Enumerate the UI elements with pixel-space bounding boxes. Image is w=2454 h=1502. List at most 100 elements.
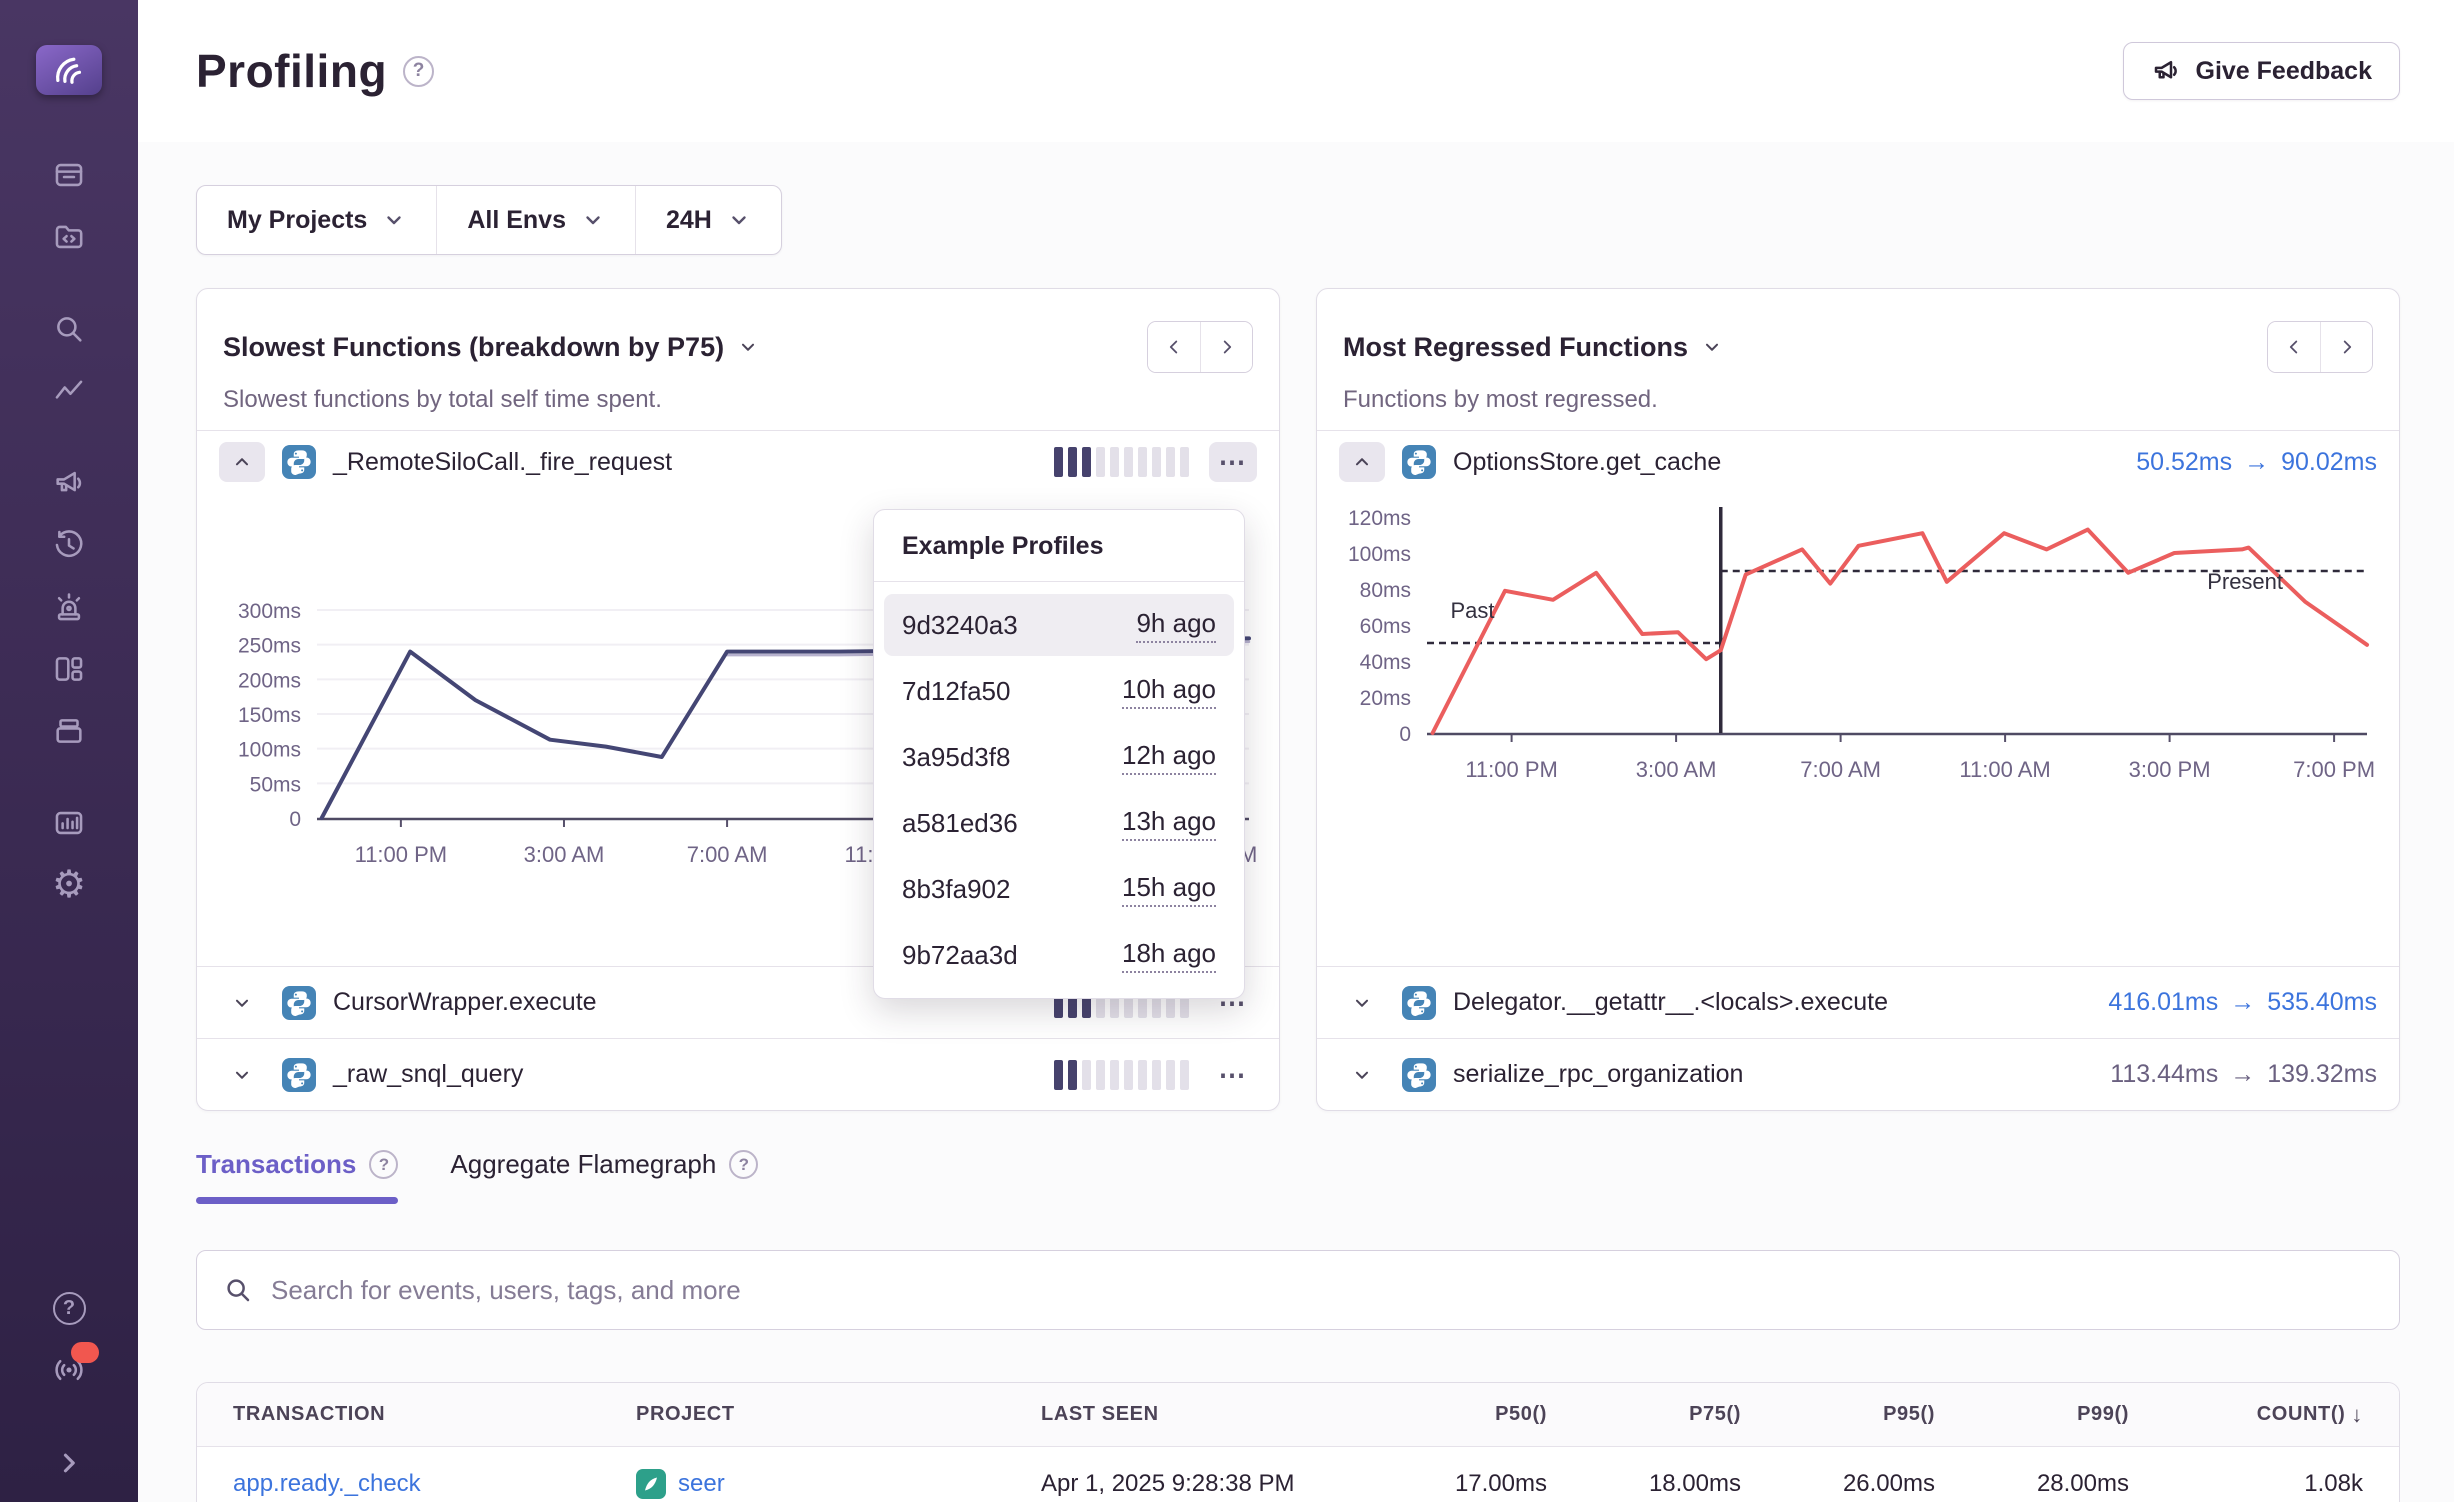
sidebar: ⚙ ? [0, 0, 138, 1502]
python-icon [1402, 1058, 1436, 1092]
prev-page-button[interactable] [1148, 322, 1200, 372]
function-row-fire-request: _RemoteSiloCall._fire_request ⋯ [197, 431, 1279, 493]
slowest-pagination [1147, 321, 1253, 373]
function-name[interactable]: serialize_rpc_organization [1453, 1060, 1743, 1089]
row-actions-button[interactable]: ⋯ [1209, 1055, 1257, 1095]
column-project[interactable]: PROJECT [636, 1403, 1041, 1426]
arrow-right-icon: → [2244, 448, 2269, 477]
project-cell[interactable]: seer [636, 1469, 1041, 1499]
expand-row-button[interactable] [1339, 1064, 1385, 1086]
svg-text:0: 0 [1399, 723, 1411, 746]
expand-row-button[interactable] [1339, 992, 1385, 1014]
regression-chart[interactable]: 020ms40ms60ms80ms100ms120ms11:00 PM3:00 … [1317, 493, 2399, 966]
regressed-panel-title[interactable]: Most Regressed Functions [1343, 332, 1723, 363]
baseline-value: 113.44ms [2110, 1060, 2218, 1089]
row-actions-button[interactable]: ⋯ [1209, 442, 1257, 482]
column-p50[interactable]: P50() [1353, 1403, 1547, 1426]
give-feedback-button[interactable]: Give Feedback [2123, 42, 2400, 100]
column-transaction[interactable]: TRANSACTION [233, 1403, 636, 1426]
transactions-help-icon[interactable]: ? [369, 1150, 398, 1179]
environment-filter[interactable]: All Envs [436, 186, 635, 254]
sort-desc-icon: ↓ [2351, 1402, 2363, 1428]
arrow-right-icon: → [2230, 988, 2255, 1017]
regression-values[interactable]: 50.52ms → 90.02ms [2136, 448, 2377, 477]
profile-age[interactable]: 12h ago [1122, 740, 1216, 775]
profile-item[interactable]: 8b3fa902 15h ago [884, 858, 1234, 920]
replays-history-icon[interactable] [51, 527, 87, 563]
svg-text:50ms: 50ms [250, 773, 301, 796]
column-count[interactable]: COUNT() ↓ [2129, 1402, 2363, 1428]
profile-item[interactable]: 3a95d3f8 12h ago [884, 726, 1234, 788]
expand-row-button[interactable] [219, 1064, 265, 1086]
function-name[interactable]: Delegator.__getattr__.<locals>.execute [1453, 988, 1888, 1017]
function-name[interactable]: OptionsStore.get_cache [1453, 448, 1721, 477]
svg-text:100ms: 100ms [1348, 543, 1411, 566]
date-range-label: 24H [666, 206, 712, 235]
column-p75[interactable]: P75() [1547, 1403, 1741, 1426]
tab-flamegraph-label: Aggregate Flamegraph [450, 1149, 716, 1180]
function-name[interactable]: _RemoteSiloCall._fire_request [333, 448, 672, 477]
regression-values[interactable]: 416.01ms → 535.40ms [2108, 988, 2377, 1017]
profiling-help-icon[interactable]: ? [403, 56, 434, 87]
function-name[interactable]: CursorWrapper.execute [333, 988, 597, 1017]
date-range-filter[interactable]: 24H [635, 186, 781, 254]
transactions-table: TRANSACTION PROJECT LAST SEEN P50() P75(… [196, 1382, 2400, 1502]
function-row-delegator: Delegator.__getattr__.<locals>.execute 4… [1317, 966, 2399, 1038]
collapse-row-button[interactable] [219, 442, 265, 482]
whats-new-broadcast-icon[interactable] [51, 1352, 87, 1388]
column-p95[interactable]: P95() [1741, 1403, 1935, 1426]
next-page-button[interactable] [1200, 322, 1252, 372]
content: My Projects All Envs 24H Slowest Functio… [138, 142, 2454, 1502]
search-bar [196, 1250, 2400, 1330]
megaphone-icon[interactable] [51, 465, 87, 501]
sentry-logo[interactable] [36, 45, 102, 95]
chevron-down-icon [1351, 992, 1373, 1014]
releases-archive-icon[interactable] [51, 713, 87, 749]
alerts-siren-icon[interactable] [51, 589, 87, 625]
profile-age[interactable]: 18h ago [1122, 938, 1216, 973]
profile-item[interactable]: 9b72aa3d 18h ago [884, 924, 1234, 986]
column-p99[interactable]: P99() [1935, 1403, 2129, 1426]
metrics-graph-icon[interactable] [51, 373, 87, 409]
regression-values[interactable]: 113.44ms → 139.32ms [2110, 1060, 2377, 1089]
transaction-link[interactable]: app.ready._check [233, 1470, 636, 1498]
svg-text:3:00 AM: 3:00 AM [524, 842, 605, 867]
profile-age[interactable]: 10h ago [1122, 674, 1216, 709]
profile-item[interactable]: 9d3240a3 9h ago [884, 594, 1234, 656]
tab-transactions[interactable]: Transactions ? [196, 1149, 398, 1204]
regressed-panel-header: Most Regressed Functions Functi [1317, 289, 2399, 431]
search-icon[interactable] [51, 311, 87, 347]
give-feedback-label: Give Feedback [2196, 57, 2372, 86]
slowest-panel-title[interactable]: Slowest Functions (breakdown by P75) [223, 332, 759, 363]
settings-gear-icon[interactable]: ⚙ [51, 867, 87, 903]
profile-item[interactable]: a581ed36 13h ago [884, 792, 1234, 854]
column-last-seen[interactable]: LAST SEEN [1041, 1403, 1353, 1426]
project-name[interactable]: seer [678, 1470, 725, 1498]
chevron-down-icon [737, 336, 759, 358]
tab-bar: Transactions ? Aggregate Flamegraph ? [196, 1149, 2400, 1204]
issues-inbox-icon[interactable] [51, 157, 87, 193]
column-count-label: COUNT() [2257, 1403, 2346, 1426]
project-filter[interactable]: My Projects [197, 186, 436, 254]
profile-age[interactable]: 9h ago [1136, 608, 1216, 643]
collapse-chevron-icon[interactable] [51, 1445, 87, 1481]
help-icon[interactable]: ? [51, 1290, 87, 1326]
tab-aggregate-flamegraph[interactable]: Aggregate Flamegraph ? [450, 1149, 758, 1204]
chevron-left-icon [2283, 336, 2305, 358]
profile-age[interactable]: 15h ago [1122, 872, 1216, 907]
stats-bars-icon[interactable] [51, 805, 87, 841]
search-icon [223, 1275, 253, 1305]
chevron-right-icon [2336, 336, 2358, 358]
profile-item[interactable]: 7d12fa50 10h ago [884, 660, 1234, 722]
collapse-row-button[interactable] [1339, 442, 1385, 482]
search-input[interactable] [271, 1275, 2373, 1306]
next-page-button[interactable] [2320, 322, 2372, 372]
prev-page-button[interactable] [2268, 322, 2320, 372]
expand-row-button[interactable] [219, 992, 265, 1014]
last-seen-cell: Apr 1, 2025 9:28:38 PM [1041, 1470, 1353, 1498]
dashboards-layout-icon[interactable] [51, 651, 87, 687]
function-name[interactable]: _raw_snql_query [333, 1060, 523, 1089]
profile-age[interactable]: 13h ago [1122, 806, 1216, 841]
flamegraph-help-icon[interactable]: ? [729, 1150, 758, 1179]
projects-code-folder-icon[interactable] [51, 219, 87, 255]
